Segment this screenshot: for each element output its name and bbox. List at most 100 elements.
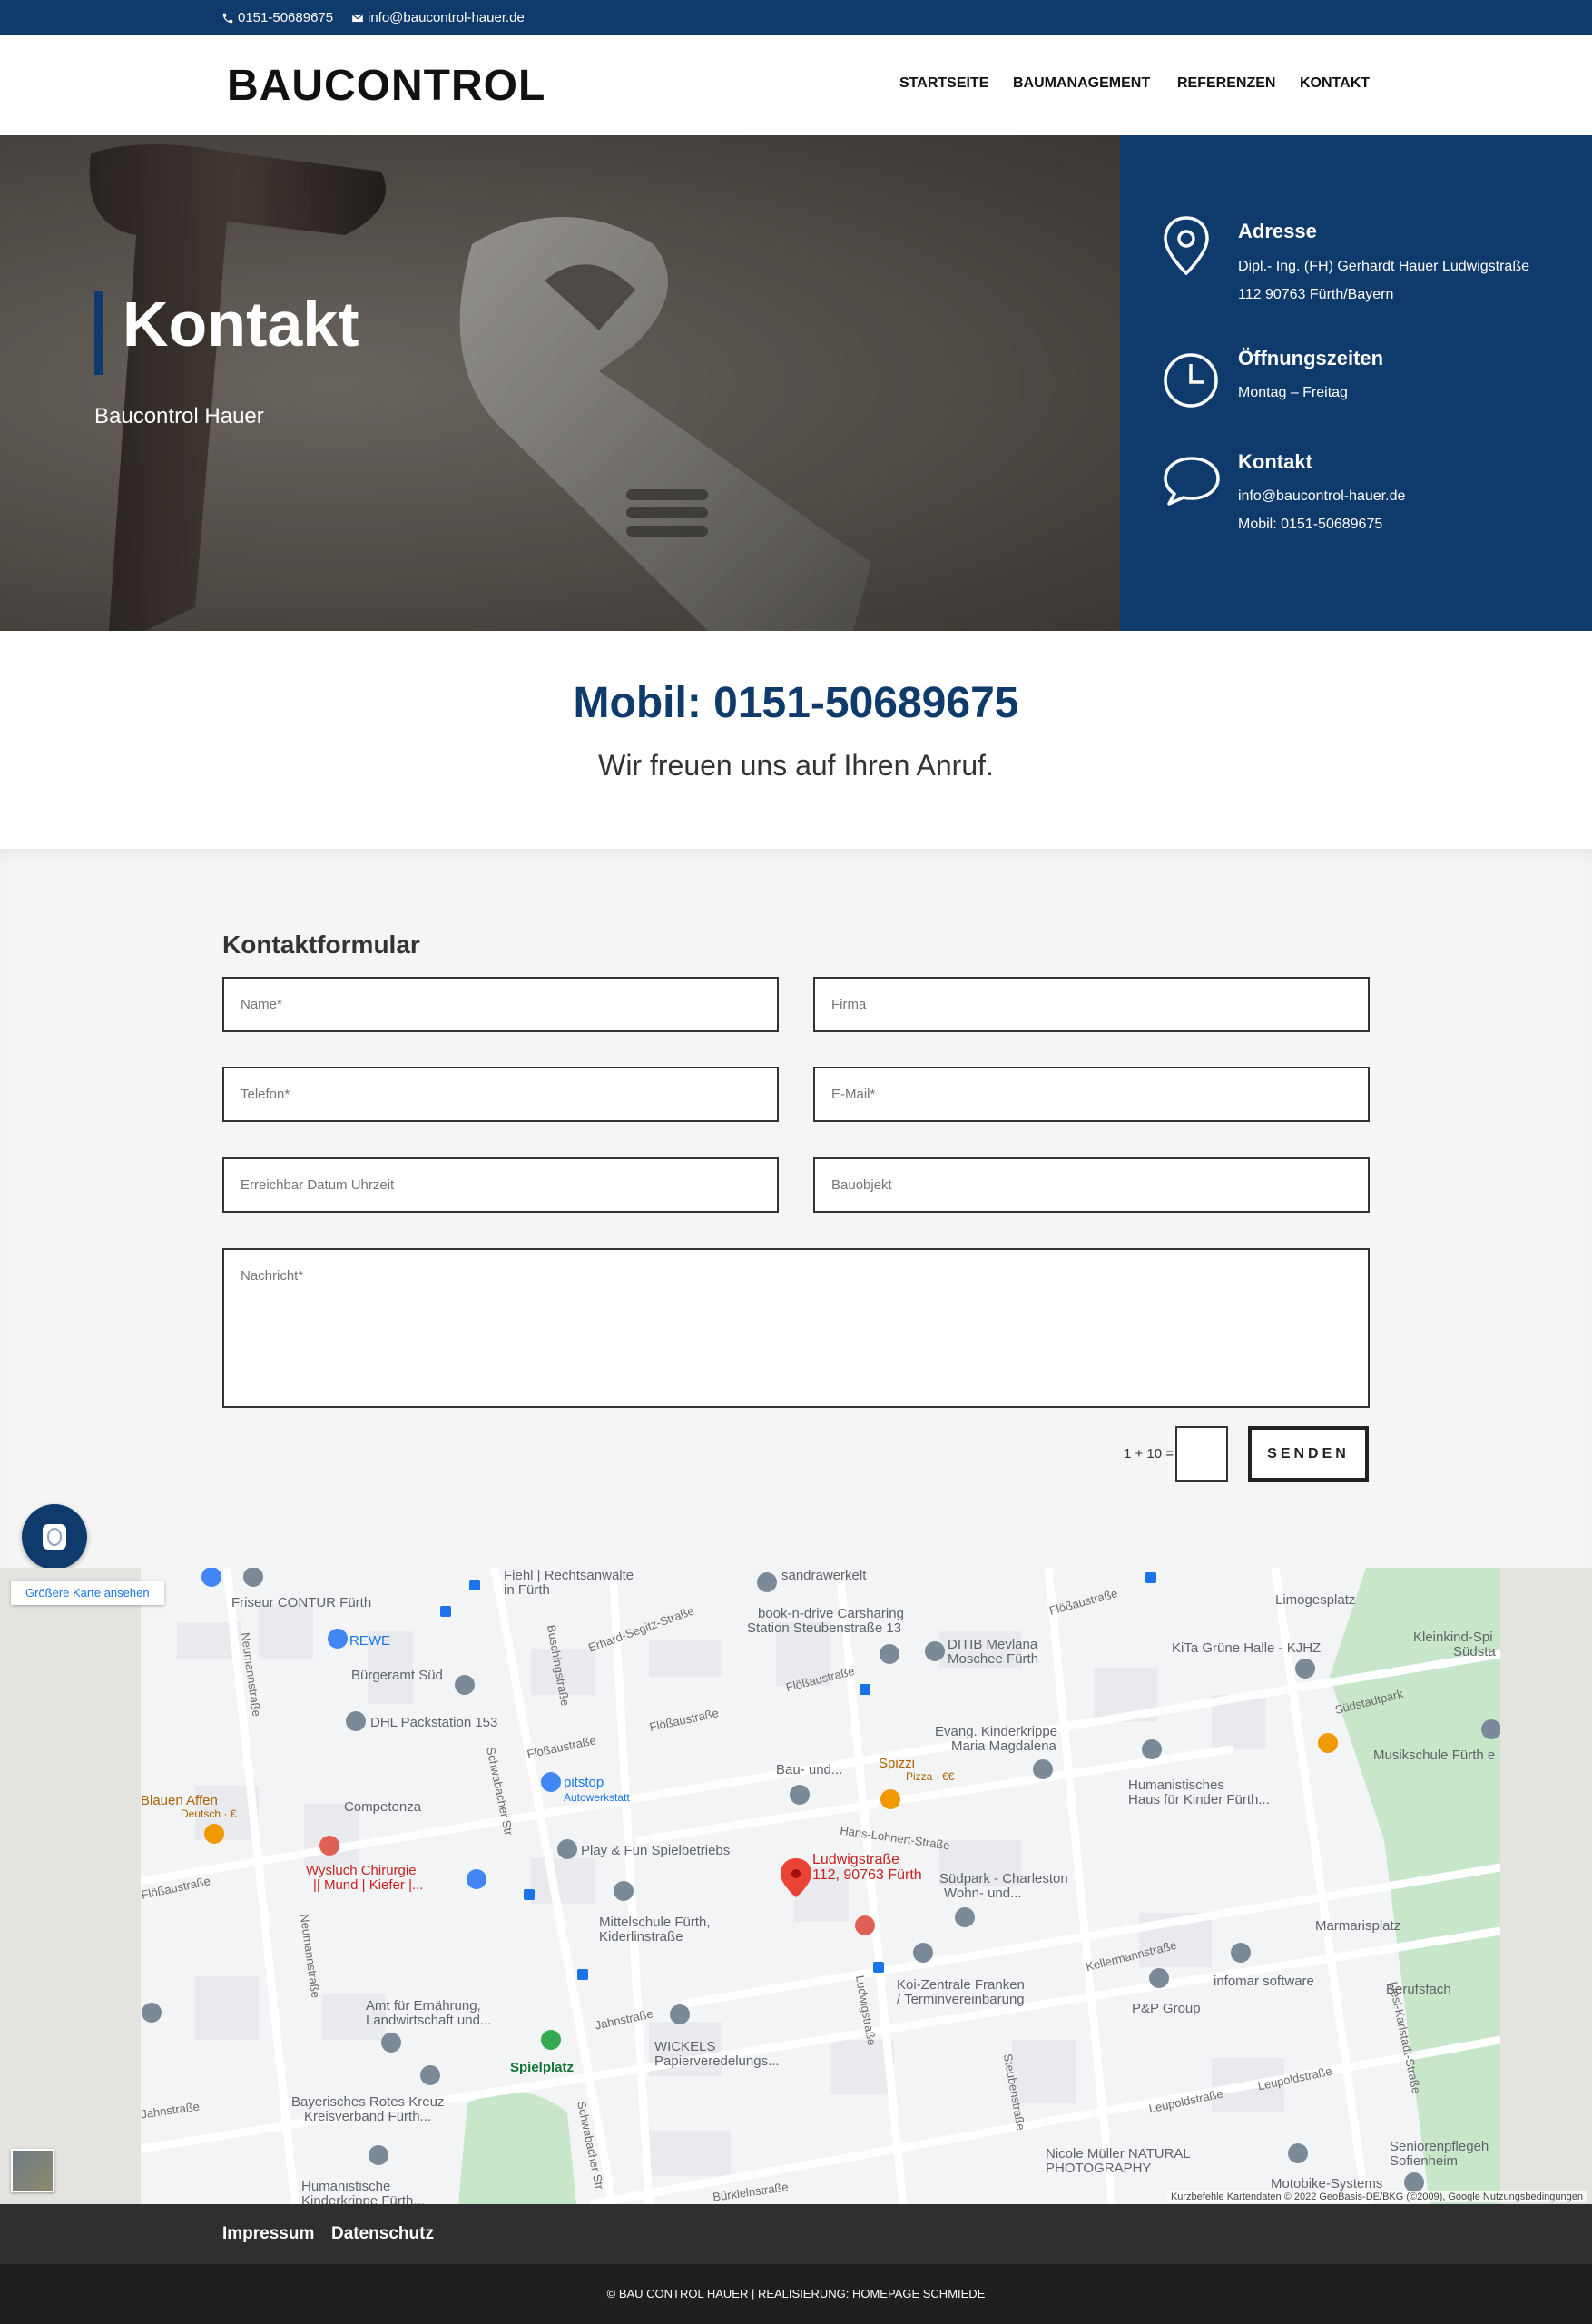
larger-map-link[interactable]: Größere Karte ansehen bbox=[11, 1581, 164, 1605]
footer-impressum[interactable]: Impressum bbox=[222, 2224, 314, 2244]
send-button[interactable]: SENDEN bbox=[1248, 1426, 1369, 1482]
footer-copyright: © BAU CONTROL HAUER | REALISIERUNG: HOME… bbox=[0, 2264, 1592, 2324]
map-label: Limogesplatz bbox=[1275, 1592, 1356, 1608]
captcha-input[interactable] bbox=[1175, 1426, 1228, 1482]
mobile-subtitle: Wir freuen uns auf Ihren Anruf. bbox=[598, 749, 994, 782]
contact-title: Kontakt bbox=[1238, 450, 1312, 473]
erreichbar-field[interactable] bbox=[222, 1157, 779, 1213]
map-label: Motobike-Systems bbox=[1271, 2176, 1383, 2191]
nachricht-textarea[interactable] bbox=[224, 1250, 1368, 1406]
map-label: Amt für Ernährung, bbox=[366, 1998, 481, 2014]
topbar-phone-text: 0151-50689675 bbox=[238, 10, 334, 25]
map-label: Papierveredelungs... bbox=[654, 2053, 780, 2069]
map-label: KiTa Grüne Halle - KJHZ bbox=[1172, 1640, 1322, 1656]
map-label: in Fürth bbox=[504, 1582, 550, 1598]
google-map[interactable]: Ludwigstraße 112, 90763 Fürth Fiehl | Re… bbox=[0, 1568, 1592, 2204]
email-field[interactable] bbox=[813, 1067, 1370, 1122]
map-label: Station Steubenstraße 13 bbox=[747, 1620, 902, 1636]
map-label: P&P Group bbox=[1132, 2001, 1201, 2016]
map-label: Musikschule Fürth e bbox=[1373, 1748, 1496, 1763]
nav-referenzen[interactable]: REFERENZEN bbox=[1177, 75, 1275, 92]
hero-title-accent bbox=[94, 291, 103, 375]
satellite-toggle[interactable] bbox=[11, 2149, 54, 2192]
hero-title: Kontakt bbox=[123, 289, 359, 359]
footer-datenschutz[interactable]: Datenschutz bbox=[331, 2224, 434, 2244]
map-label: DHL Packstation 153 bbox=[370, 1715, 498, 1730]
map-label: Kinderkrippe Fürth... bbox=[301, 2193, 425, 2204]
map-label: Humanistisches bbox=[1128, 1777, 1224, 1793]
name-field[interactable] bbox=[222, 977, 779, 1032]
mail-icon bbox=[351, 13, 364, 22]
map-label: Kreisverband Fürth... bbox=[304, 2109, 432, 2124]
map-label: Evang. Kinderkrippe bbox=[935, 1724, 1058, 1739]
map-label: Humanistische bbox=[301, 2179, 391, 2194]
map-label: Südsta bbox=[1453, 1644, 1496, 1659]
contact-info-panel: Adresse Dipl.- Ing. (FH) Gerhardt Hauer … bbox=[1120, 135, 1592, 631]
map-label: Bayerisches Rotes Kreuz bbox=[291, 2094, 445, 2110]
hero-subtitle: Baucontrol Hauer bbox=[94, 404, 264, 428]
map-label: Maria Magdalena bbox=[951, 1738, 1056, 1754]
map-label: Deutsch · € bbox=[181, 1807, 237, 1820]
telefon-input[interactable] bbox=[224, 1068, 777, 1120]
map-label: pitstop bbox=[564, 1775, 604, 1790]
nav-kontakt[interactable]: KONTAKT bbox=[1300, 75, 1370, 92]
hero-image: Kontakt Baucontrol Hauer bbox=[0, 135, 1120, 631]
map-label: PHOTOGRAPHY bbox=[1046, 2161, 1152, 2176]
map-label: Pizza · €€ bbox=[906, 1770, 955, 1783]
map-label: Nicole Müller NATURAL bbox=[1046, 2146, 1191, 2162]
map-pin-label-1: Ludwigstraße bbox=[812, 1852, 900, 1867]
nav-startseite[interactable]: STARTSEITE bbox=[899, 75, 988, 92]
map-label: Landwirtschaft und... bbox=[366, 2013, 492, 2028]
map-canvas[interactable]: Ludwigstraße 112, 90763 Fürth Fiehl | Re… bbox=[140, 1568, 1500, 2204]
topbar-email[interactable]: info@baucontrol-hauer.de bbox=[351, 10, 525, 25]
map-label: Bürgeramt Süd bbox=[351, 1668, 443, 1683]
map-label: Play & Fun Spielbetriebs bbox=[581, 1843, 731, 1858]
phone-icon bbox=[222, 13, 233, 23]
map-label: Spielplatz bbox=[510, 2060, 575, 2075]
map-label: infomar software bbox=[1214, 1974, 1314, 1989]
map-label: Sofienheim bbox=[1390, 2153, 1459, 2169]
map-label: || Mund | Kiefer |... bbox=[313, 1877, 424, 1893]
footer-links-bar: Impressum Datenschutz bbox=[0, 2204, 1592, 2264]
address-line-2: 112 90763 Fürth/Bayern bbox=[1238, 287, 1394, 302]
bauobjekt-input[interactable] bbox=[815, 1159, 1368, 1211]
map-label: WICKELS bbox=[654, 2039, 716, 2054]
hours-title: Öffnungszeiten bbox=[1238, 347, 1384, 369]
hours-line: Montag – Freitag bbox=[1238, 385, 1348, 400]
bauobjekt-field[interactable] bbox=[813, 1157, 1370, 1213]
top-bar: 0151-50689675 info@baucontrol-hauer.de bbox=[0, 0, 1592, 35]
hero-overlay bbox=[0, 135, 1120, 631]
firma-input[interactable] bbox=[815, 979, 1368, 1030]
map-label: Koi-Zentrale Franken bbox=[897, 1977, 1025, 1993]
telefon-field[interactable] bbox=[222, 1067, 779, 1122]
map-label: Kiderlinstraße bbox=[599, 1929, 683, 1945]
fingerprint-icon bbox=[43, 1524, 66, 1550]
nav-baumanagement[interactable]: BAUMANAGEMENT bbox=[1013, 75, 1150, 92]
map-label: Blauen Affen bbox=[141, 1793, 218, 1808]
fingerprint-button[interactable] bbox=[22, 1504, 87, 1570]
map-label: Kleinkind-Spi bbox=[1413, 1630, 1493, 1645]
site-logo[interactable]: BAUCONTROL bbox=[227, 61, 545, 111]
topbar-phone[interactable]: 0151-50689675 bbox=[221, 10, 333, 25]
contact-email[interactable]: info@baucontrol-hauer.de bbox=[1238, 488, 1405, 505]
contact-mobile[interactable]: Mobil: 0151-50689675 bbox=[1238, 517, 1382, 533]
address-title: Adresse bbox=[1238, 220, 1317, 242]
name-input[interactable] bbox=[224, 979, 777, 1030]
map-label: Autowerkstatt bbox=[564, 1791, 630, 1804]
map-label: sandrawerkelt bbox=[781, 1568, 867, 1583]
map-label: book-n-drive Carsharing bbox=[758, 1606, 904, 1621]
map-label: Bau- und... bbox=[776, 1762, 843, 1777]
mobile-title[interactable]: Mobil: 0151-50689675 bbox=[0, 678, 1592, 728]
address-line-1: Dipl.- Ing. (FH) Gerhardt Hauer Ludwigst… bbox=[1238, 259, 1529, 274]
erreichbar-input[interactable] bbox=[224, 1159, 777, 1211]
map-label: Fiehl | Rechtsanwälte bbox=[504, 1568, 634, 1583]
map-label: / Terminvereinbarung bbox=[897, 1992, 1025, 2007]
map-label: Marmarisplatz bbox=[1315, 1918, 1401, 1934]
firma-field[interactable] bbox=[813, 977, 1370, 1032]
map-pin-label-2: 112, 90763 Fürth bbox=[812, 1867, 922, 1883]
location-pin-icon bbox=[1164, 216, 1209, 276]
map-label: Competenza bbox=[344, 1799, 422, 1815]
map-label: Wohn- und... bbox=[944, 1886, 1022, 1901]
email-input[interactable] bbox=[815, 1068, 1368, 1120]
nachricht-field[interactable] bbox=[222, 1248, 1370, 1408]
